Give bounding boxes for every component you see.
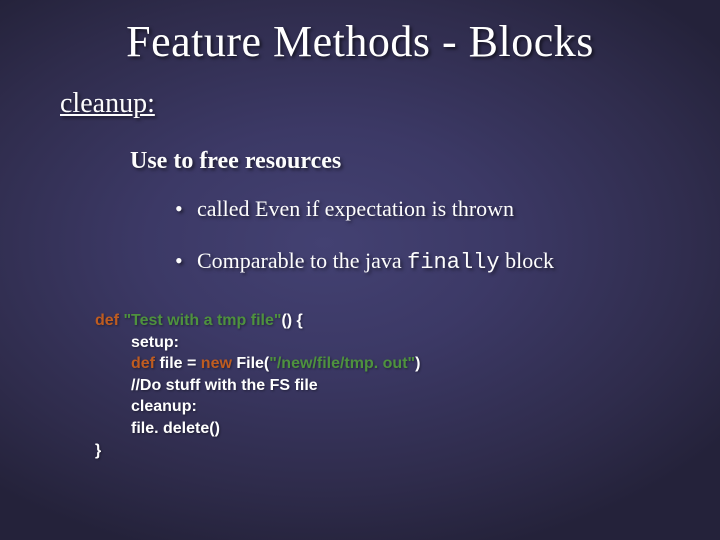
- code-keyword: def: [95, 312, 119, 329]
- code-sample: def "Test with a tmp file"() { setup: de…: [95, 310, 420, 461]
- bullet-text: called Even if expectation is thrown: [197, 196, 514, 221]
- code-plain: ): [415, 355, 420, 372]
- code-line: setup:: [131, 332, 420, 354]
- code-line: file. delete(): [131, 418, 420, 440]
- inline-code: finally: [407, 250, 499, 275]
- code-line: cleanup:: [131, 396, 420, 418]
- code-line: //Do stuff with the FS file: [131, 375, 420, 397]
- code-plain: File(: [232, 355, 269, 372]
- lead-line: Use to free resources: [130, 148, 341, 175]
- bullet-text-tail: block: [500, 248, 554, 273]
- code-line: def file = new File("/new/file/tmp. out"…: [131, 353, 420, 375]
- bullet-dot: •: [175, 196, 197, 222]
- code-string: "Test with a tmp file": [123, 312, 281, 329]
- code-plain: () {: [281, 312, 302, 329]
- bullet-text: Comparable to the java: [197, 248, 407, 273]
- bullet-list: •called Even if expectation is thrown •C…: [175, 196, 554, 301]
- code-line: }: [95, 440, 420, 462]
- bullet-item: •called Even if expectation is thrown: [175, 196, 554, 222]
- code-keyword: def: [131, 355, 155, 372]
- code-line: def "Test with a tmp file"() {: [95, 310, 420, 332]
- bullet-item: •Comparable to the java finally block: [175, 248, 554, 275]
- section-heading: cleanup:: [60, 88, 155, 120]
- code-keyword: new: [201, 355, 232, 372]
- bullet-dot: •: [175, 248, 197, 274]
- code-string: "/new/file/tmp. out": [269, 355, 415, 372]
- slide-title: Feature Methods - Blocks: [0, 16, 720, 67]
- code-plain: file =: [155, 355, 201, 372]
- slide: Feature Methods - Blocks cleanup: Use to…: [0, 0, 720, 540]
- code-block-inner: setup: def file = new File("/new/file/tm…: [131, 332, 420, 440]
